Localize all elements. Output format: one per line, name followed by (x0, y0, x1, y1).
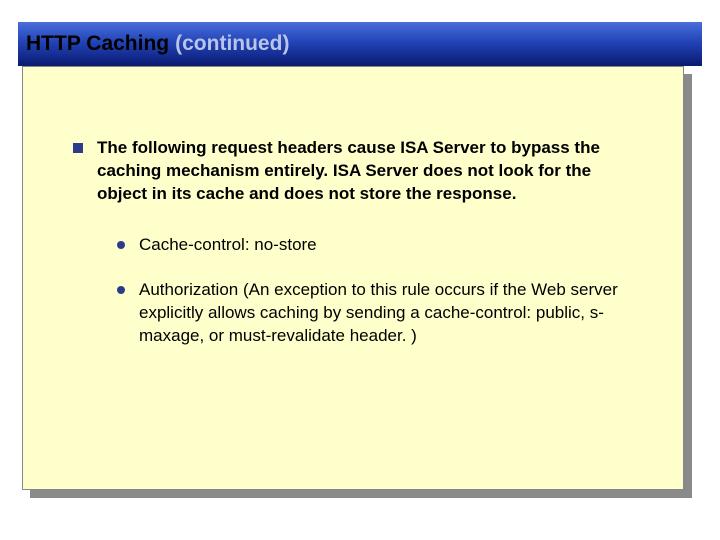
round-bullet-icon (117, 241, 125, 249)
sub-bullet-item: Cache-control: no-store (117, 234, 633, 257)
sub-bullet-item: Authorization (An exception to this rule… (117, 279, 633, 348)
slide-title-main: HTTP Caching (26, 32, 169, 56)
sub-bullet-text: Cache-control: no-store (139, 234, 317, 257)
round-bullet-icon (117, 286, 125, 294)
title-bar: HTTP Caching (continued) (18, 22, 702, 66)
top-bullet-item: The following request headers cause ISA … (73, 137, 633, 206)
content-card: The following request headers cause ISA … (22, 66, 684, 490)
sub-bullet-list: Cache-control: no-store Authorization (A… (73, 234, 633, 348)
top-bullet-text: The following request headers cause ISA … (97, 137, 633, 206)
square-bullet-icon (73, 143, 83, 153)
slide-title-continued: (continued) (175, 32, 289, 56)
sub-bullet-text: Authorization (An exception to this rule… (139, 279, 633, 348)
